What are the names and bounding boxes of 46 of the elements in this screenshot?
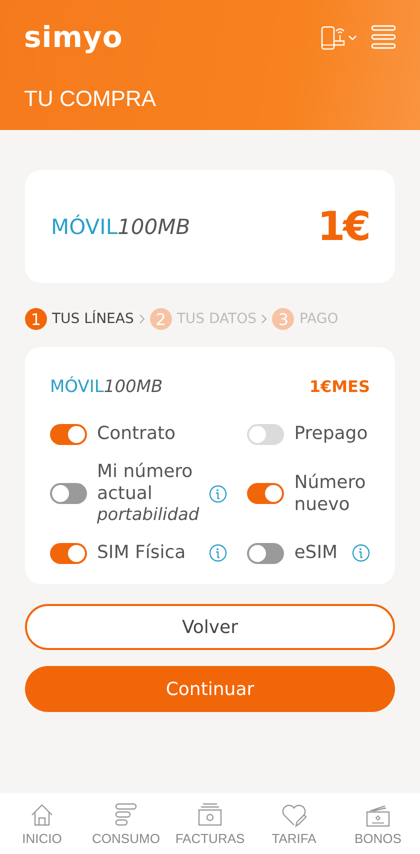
- toggle-switch[interactable]: [50, 424, 87, 444]
- chevron-icon: [260, 313, 268, 325]
- back-button[interactable]: Volver: [25, 604, 395, 650]
- option-label: eSIM: [294, 542, 338, 564]
- info-icon[interactable]: [209, 484, 228, 502]
- step-tab[interactable]: 1 TUS LÍNEAS: [25, 308, 134, 330]
- menu-button[interactable]: [371, 25, 396, 49]
- product-name: MÓVIL: [51, 214, 118, 238]
- menu-icon: [371, 25, 396, 49]
- step-number: 2: [150, 308, 172, 330]
- info-icon[interactable]: [209, 544, 228, 562]
- info-icon[interactable]: [352, 544, 370, 562]
- option-label: SIM Física: [97, 542, 186, 564]
- home-icon: [29, 802, 55, 828]
- step-number: 1: [25, 308, 47, 330]
- toggle-switch[interactable]: [50, 542, 87, 564]
- nav-item[interactable]: CONSUMO: [86, 802, 166, 846]
- plan-name: 100MB: [104, 377, 163, 397]
- toggle-switch[interactable]: [50, 483, 87, 504]
- device-selector[interactable]: [321, 24, 357, 50]
- nav-item[interactable]: TARIFA: [254, 802, 334, 846]
- page-title: TU COMPRA: [24, 86, 156, 112]
- logo: simyo: [24, 20, 123, 54]
- toggle-switch[interactable]: [247, 483, 284, 504]
- option-label: Contrato: [97, 423, 176, 445]
- price: 1€: [317, 204, 369, 250]
- option-label: Número nuevo: [294, 472, 367, 516]
- nav-item[interactable]: INICIO: [2, 802, 82, 846]
- option-label: Prepago: [294, 423, 368, 445]
- plan-name: 100MB: [118, 214, 190, 238]
- continue-button[interactable]: Continuar: [25, 666, 395, 712]
- chevron-icon: [138, 313, 146, 325]
- step-label: TUS DATOS: [176, 311, 256, 327]
- toggle-switch[interactable]: [247, 542, 284, 564]
- list-icon: [113, 802, 139, 828]
- step-label: TUS LÍNEAS: [52, 311, 134, 327]
- monthly-price: 1€MES: [309, 377, 370, 396]
- product-name: MÓVIL: [50, 377, 104, 397]
- option-note: portabilidad: [97, 505, 200, 526]
- nav-item[interactable]: BONOS: [338, 802, 418, 846]
- step-label: PAGO: [299, 311, 338, 327]
- option-label: Mi número actual: [97, 461, 194, 505]
- bills-icon: [197, 802, 223, 828]
- nav-item[interactable]: FACTURAS: [170, 802, 250, 846]
- phone-wifi-icon: [321, 24, 357, 50]
- step-number: 3: [272, 308, 294, 330]
